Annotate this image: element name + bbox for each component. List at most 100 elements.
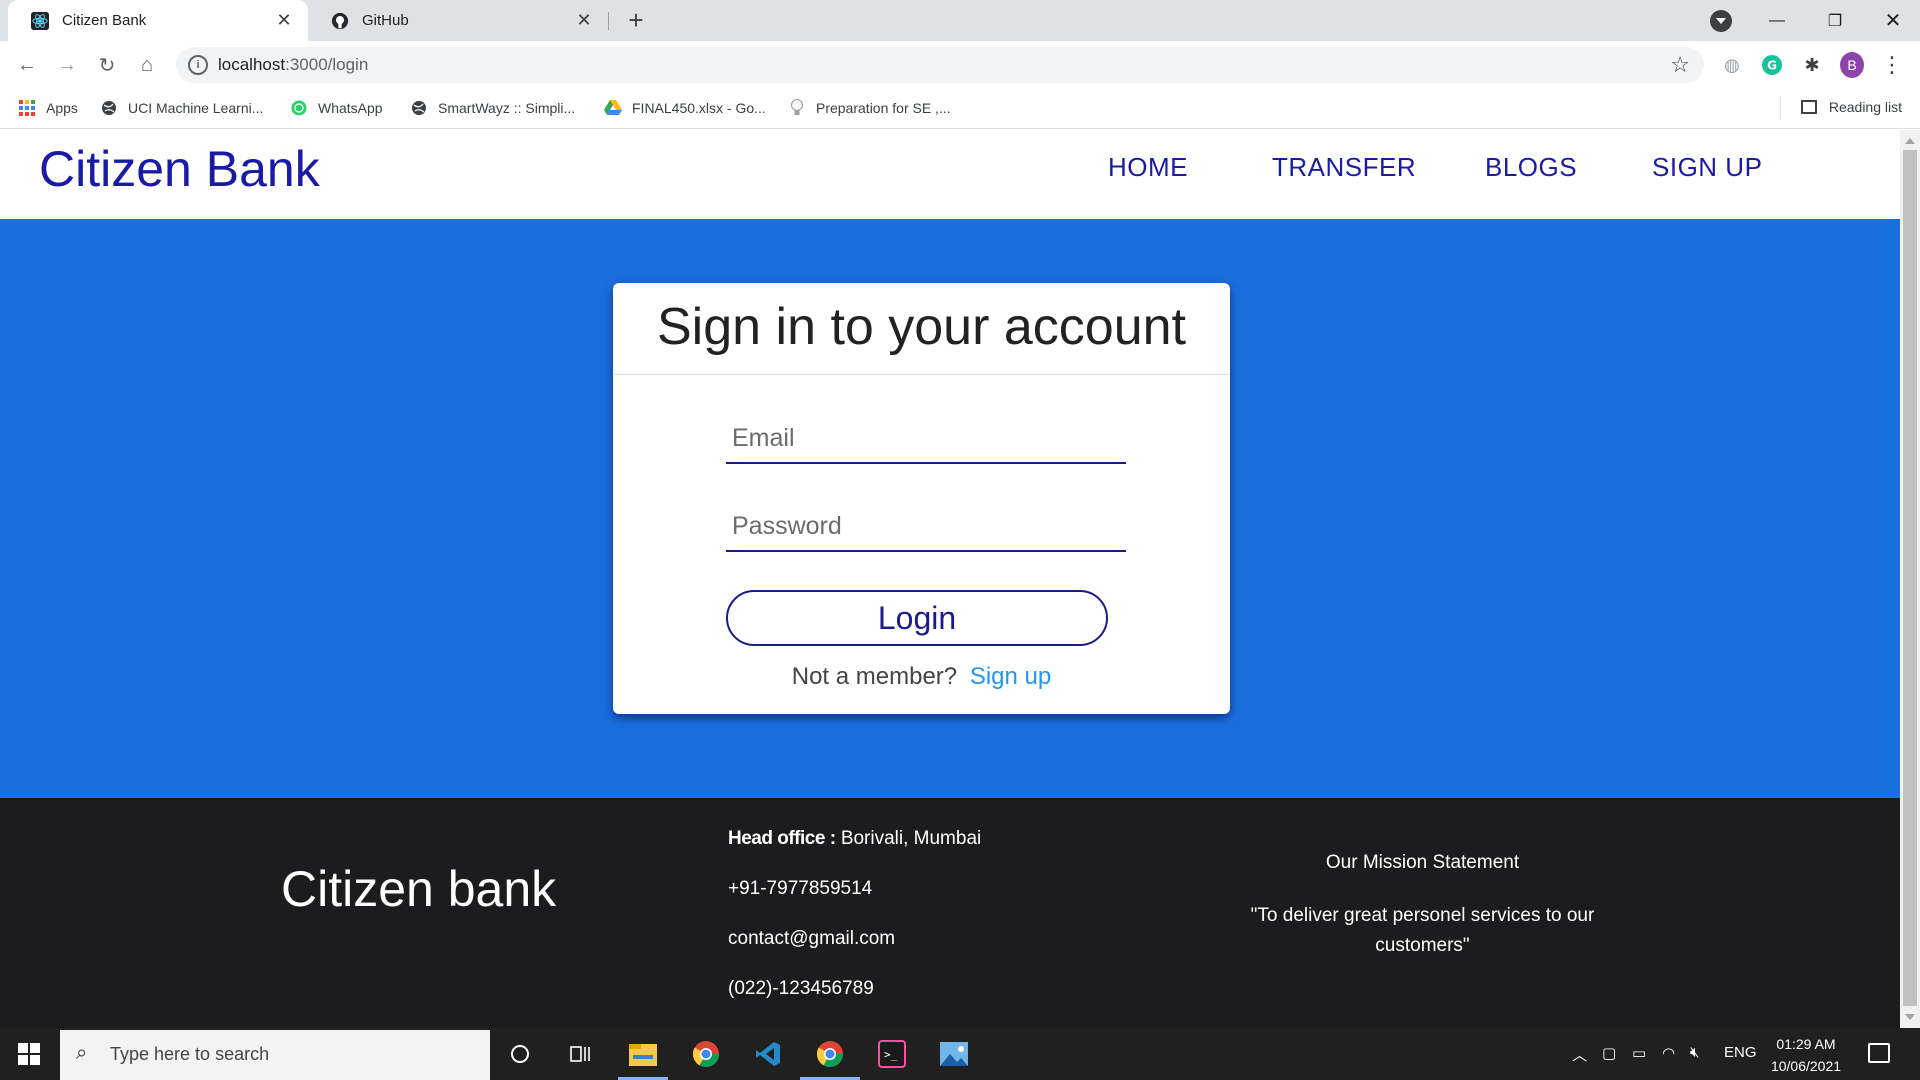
password-field — [726, 502, 1126, 552]
bookmark-preparation[interactable]: Preparation for SE ,... — [788, 99, 951, 117]
nav-sign-up[interactable]: SIGN UP — [1652, 152, 1762, 183]
bookmark-final450[interactable]: FINAL450.xlsx - Go... — [604, 99, 766, 117]
browser-tab-strip: Citizen Bank ✕ GitHub ✕ + — ❐ ✕ — [0, 0, 1920, 41]
login-card: Sign in to your account Login Not a memb… — [613, 283, 1230, 714]
terminal-icon[interactable]: >_ — [874, 1036, 910, 1072]
file-explorer-icon[interactable] — [625, 1036, 661, 1072]
new-tab-button[interactable]: + — [622, 7, 650, 35]
password-input[interactable] — [726, 502, 1126, 550]
mission-title: Our Mission Statement — [1325, 852, 1520, 873]
profile-avatar[interactable]: B — [1840, 52, 1864, 78]
tab-search-icon[interactable] — [1710, 10, 1732, 32]
bookmark-star-icon[interactable]: ☆ — [1670, 52, 1690, 78]
language-indicator[interactable]: ENG — [1724, 1044, 1757, 1061]
reading-list-label: Reading list — [1828, 99, 1902, 115]
head-office-label: Head office : — [728, 828, 836, 849]
scroll-up-arrow-icon[interactable] — [1905, 138, 1915, 144]
globe-extension-icon[interactable]: ◍ — [1720, 53, 1744, 77]
back-button[interactable]: ← — [12, 51, 42, 79]
bookmark-apps[interactable]: Apps — [18, 99, 78, 117]
member-prompt-text: Not a member? — [791, 663, 958, 690]
extensions-puzzle-icon[interactable]: ✱ — [1800, 53, 1824, 77]
search-icon: ⌕ — [76, 1042, 88, 1064]
login-button[interactable]: Login — [726, 590, 1108, 646]
bookmarks-bar: Apps UCI Machine Learni... WhatsApp Smar… — [0, 89, 1920, 129]
mission-statement: "To deliver great personel services to o… — [1250, 905, 1595, 956]
home-button[interactable]: ⌂ — [132, 51, 162, 79]
page-scrollbar[interactable] — [1900, 130, 1920, 1028]
nav-blogs[interactable]: BLOGS — [1485, 152, 1577, 183]
windows-taskbar: ⌕ Type here to search >_ ︿ ▢ ▭ ◠ 🔇︎ ENG … — [0, 1028, 1920, 1080]
profile-initial: B — [1840, 52, 1864, 78]
taskbar-search-placeholder: Type here to search — [110, 1044, 270, 1064]
bookmarks-separator — [1780, 96, 1781, 120]
restore-button[interactable]: ❐ — [1806, 0, 1864, 41]
bookmark-label: SmartWayz :: Simpli... — [438, 100, 576, 116]
minimize-button[interactable]: — — [1748, 0, 1806, 41]
clock-time: 01:29 AM — [1776, 1036, 1836, 1052]
footer-landline: (022)-123456789 — [728, 978, 874, 999]
email-input[interactable] — [726, 414, 1126, 462]
reading-list-button[interactable]: Reading list — [1800, 99, 1902, 115]
site-footer: Citizen bank Head office : Borivali, Mum… — [0, 798, 1900, 1028]
lightbulb-icon — [788, 99, 806, 117]
bookmark-whatsapp[interactable]: WhatsApp — [290, 99, 383, 117]
close-window-button[interactable]: ✕ — [1864, 0, 1920, 41]
google-drive-icon — [604, 99, 622, 117]
close-tab-icon[interactable]: ✕ — [574, 10, 594, 31]
close-tab-icon[interactable]: ✕ — [274, 10, 294, 31]
wifi-icon[interactable]: ◠ — [1662, 1044, 1675, 1062]
windows-start-icon[interactable] — [18, 1043, 40, 1065]
head-office-value: Borivali, Mumbai — [840, 828, 982, 849]
site-brand-logo[interactable]: Citizen Bank — [39, 140, 320, 198]
signup-prompt: Not a member? Sign up — [613, 663, 1230, 691]
taskbar-clock[interactable]: 01:29 AM 10/06/2021 — [1760, 1033, 1852, 1077]
email-field — [726, 414, 1126, 464]
photos-icon[interactable] — [936, 1036, 972, 1072]
bookmark-uci[interactable]: UCI Machine Learni... — [100, 99, 263, 117]
volume-muted-icon[interactable]: 🔇︎ — [1690, 1044, 1699, 1061]
clock-date: 10/06/2021 — [1770, 1058, 1842, 1074]
tray-overflow-icon[interactable]: ︿ — [1572, 1044, 1587, 1065]
scrollbar-thumb[interactable] — [1903, 150, 1917, 1006]
reading-list-icon — [1800, 100, 1817, 114]
hero-section: Sign in to your account Login Not a memb… — [0, 219, 1900, 798]
chrome-icon[interactable] — [812, 1036, 848, 1072]
browser-toolbar: ← → ↻ ⌂ i localhost:3000/login ☆ ◍ G ✱ B… — [0, 41, 1920, 89]
whatsapp-icon — [290, 99, 308, 117]
meet-now-icon[interactable]: ▢ — [1602, 1044, 1616, 1062]
more-menu-icon[interactable]: ⋮ — [1880, 52, 1904, 77]
forward-button[interactable]: → — [52, 51, 82, 79]
apps-grid-icon — [18, 99, 36, 117]
tab-citizen-bank[interactable]: Citizen Bank ✕ — [8, 0, 308, 41]
chrome-icon[interactable] — [688, 1036, 724, 1072]
tab-title: Citizen Bank — [62, 12, 147, 29]
footer-email: contact@gmail.com — [728, 928, 896, 949]
signup-link[interactable]: Sign up — [970, 663, 1051, 690]
globe-icon — [100, 99, 118, 117]
address-bar[interactable]: i localhost:3000/login ☆ — [176, 47, 1704, 83]
taskbar-search-box[interactable]: ⌕ Type here to search — [60, 1030, 490, 1080]
bookmark-label: Preparation for SE ,... — [816, 100, 951, 116]
url-path: :3000/login — [285, 55, 369, 74]
tab-separator — [608, 12, 609, 30]
vscode-icon[interactable] — [750, 1036, 786, 1072]
task-view-icon[interactable] — [562, 1036, 598, 1072]
github-icon — [330, 11, 350, 31]
svg-text:>_: >_ — [884, 1048, 898, 1061]
footer-phone: +91-7977859514 — [728, 878, 873, 899]
bookmark-smartwayz[interactable]: SmartWayz :: Simpli... — [410, 99, 575, 117]
notification-center-icon[interactable] — [1868, 1043, 1890, 1063]
nav-transfer[interactable]: TRANSFER — [1272, 152, 1416, 183]
battery-icon[interactable]: ▭ — [1632, 1044, 1646, 1062]
scroll-down-arrow-icon[interactable] — [1905, 1014, 1915, 1020]
login-title: Sign in to your account — [657, 298, 1186, 356]
reload-button[interactable]: ↻ — [92, 51, 122, 79]
site-info-icon[interactable]: i — [188, 55, 208, 75]
nav-home[interactable]: HOME — [1108, 152, 1188, 183]
cortana-icon[interactable] — [502, 1036, 538, 1072]
grammarly-icon[interactable]: G — [1760, 53, 1784, 77]
react-icon — [30, 11, 50, 31]
bookmark-label: UCI Machine Learni... — [128, 100, 264, 116]
tab-github[interactable]: GitHub ✕ — [308, 0, 608, 41]
